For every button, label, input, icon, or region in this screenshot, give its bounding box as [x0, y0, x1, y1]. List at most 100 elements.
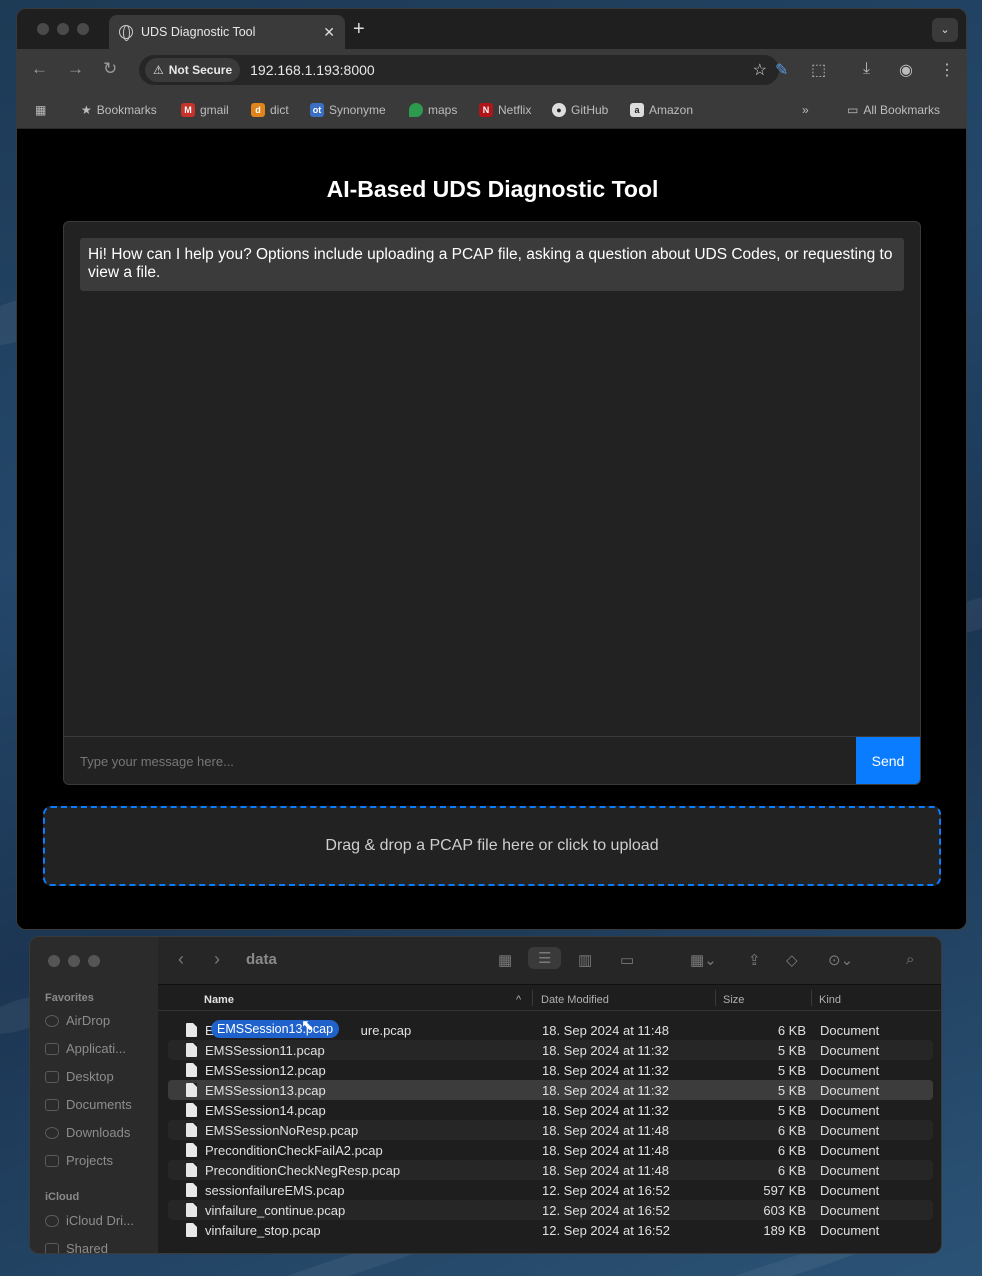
chat-panel: Hi! How can I help you? Options include …: [63, 221, 921, 785]
netflix-icon: N: [479, 103, 493, 117]
dict-icon: d: [251, 103, 265, 117]
bookmark-item[interactable]: d dict: [251, 103, 289, 117]
tag-icon[interactable]: ◇: [786, 951, 798, 969]
more-actions-icon[interactable]: ⊙⌄: [828, 951, 853, 969]
drag-ghost-label: EMSSession13.pcap: [211, 1020, 340, 1038]
file-name-end: ure.pcap: [360, 1023, 412, 1038]
sidebar-item-desktop[interactable]: Desktop: [45, 1069, 114, 1084]
browser-menu-icon[interactable]: ⋮: [939, 60, 955, 80]
sidebar-item-documents[interactable]: Documents: [45, 1097, 132, 1112]
file-row[interactable]: sessionfailureEMS.pcap 12. Sep 2024 at 1…: [168, 1180, 933, 1200]
sidebar-item-airdrop[interactable]: AirDrop: [45, 1013, 110, 1028]
finder-forward-button[interactable]: ›: [214, 949, 220, 970]
column-name[interactable]: Name: [204, 994, 234, 1006]
tab-search-button[interactable]: ⌄: [932, 18, 958, 42]
file-size: 6 KB: [777, 1143, 806, 1158]
profile-icon[interactable]: ◉: [899, 60, 913, 80]
document-icon: [186, 1203, 197, 1217]
column-size[interactable]: Size: [723, 994, 744, 1006]
file-date: 12. Sep 2024 at 16:52: [542, 1223, 670, 1238]
extension-wrench-icon[interactable]: ✎: [775, 60, 788, 80]
file-kind: Document: [820, 1163, 880, 1178]
site-info-chip[interactable]: ⚠ Not Secure: [145, 58, 241, 82]
gallery-view-icon[interactable]: ▭: [620, 951, 634, 969]
sidebar-item-shared[interactable]: Shared: [45, 1241, 108, 1253]
browser-window: UDS Diagnostic Tool ✕ + ⌄ ← → ↻ ⚠ Not Se…: [16, 8, 967, 930]
file-row[interactable]: EMSSessionNoResp.pcap 18. Sep 2024 at 11…: [168, 1120, 933, 1140]
list-view-icon[interactable]: ☰: [528, 947, 562, 969]
message-input[interactable]: [64, 737, 856, 784]
bookmark-item[interactable]: maps: [409, 103, 457, 117]
bookmark-item[interactable]: N Netflix: [479, 103, 531, 117]
bookmark-item[interactable]: a Amazon: [630, 103, 693, 117]
document-icon: [186, 1083, 197, 1097]
sidebar-item-applications[interactable]: Applicati...: [45, 1041, 126, 1056]
all-bookmarks-folder[interactable]: ▭ All Bookmarks: [847, 103, 940, 117]
file-row[interactable]: vinfailure_continue.pcap 12. Sep 2024 at…: [168, 1200, 933, 1220]
file-row[interactable]: EMSSession11.pcap 18. Sep 2024 at 11:32 …: [168, 1040, 933, 1060]
document-icon: [186, 1043, 197, 1057]
reload-button[interactable]: ↻: [103, 59, 117, 79]
file-row[interactable]: PreconditionCheckFailA2.pcap 18. Sep 202…: [168, 1140, 933, 1160]
file-row[interactable]: Eure.pcap 18. Sep 2024 at 11:48 6 KB Doc…: [168, 1017, 933, 1040]
bookmark-item[interactable]: ● GitHub: [552, 103, 608, 117]
extensions-puzzle-icon[interactable]: ⬚: [811, 60, 826, 80]
bookmark-item[interactable]: M gmail: [181, 103, 229, 117]
url-text[interactable]: 192.168.1.193:8000: [250, 62, 753, 78]
close-window-button[interactable]: [37, 23, 49, 35]
back-button[interactable]: ←: [31, 59, 48, 79]
bookmark-star-icon[interactable]: ☆: [753, 60, 767, 80]
more-bookmarks-icon[interactable]: »: [802, 103, 809, 117]
folder-icon: ▭: [847, 103, 859, 117]
zoom-window-button[interactable]: [77, 23, 89, 35]
minimize-window-button[interactable]: [68, 955, 80, 967]
sidebar-item-label: Projects: [66, 1153, 113, 1168]
file-kind: Document: [820, 1183, 880, 1198]
group-by-icon[interactable]: ▦⌄: [690, 951, 717, 969]
sort-ascending-icon[interactable]: ^: [516, 994, 521, 1006]
file-size: 6 KB: [777, 1023, 806, 1038]
bookmark-label: gmail: [200, 103, 229, 117]
minimize-window-button[interactable]: [57, 23, 69, 35]
tab-uds-diagnostic-tool[interactable]: UDS Diagnostic Tool ✕: [109, 15, 345, 49]
column-view-icon[interactable]: ▥: [578, 951, 592, 969]
close-window-button[interactable]: [48, 955, 60, 967]
bookmark-item[interactable]: ot Synonyme: [310, 103, 386, 117]
address-bar[interactable]: ⚠ Not Secure 192.168.1.193:8000 ☆: [139, 55, 779, 85]
finder-toolbar: ‹ › data ▦ ☰ ▥ ▭ ▦⌄ ⇪ ◇ ⊙⌄ ⌕: [158, 937, 941, 985]
column-date[interactable]: Date Modified: [541, 994, 609, 1006]
tab-close-button[interactable]: ✕: [323, 24, 335, 41]
file-name: EMSSession12.pcap: [205, 1063, 326, 1078]
sidebar-item-icloud-drive[interactable]: iCloud Dri...: [45, 1213, 134, 1228]
share-icon[interactable]: ⇪: [748, 951, 761, 969]
file-row-selected[interactable]: EMSSession13.pcap 18. Sep 2024 at 11:32 …: [168, 1080, 933, 1100]
icon-view-icon[interactable]: ▦: [498, 951, 512, 969]
sidebar-item-projects[interactable]: Projects: [45, 1153, 113, 1168]
tab-bar: UDS Diagnostic Tool ✕ + ⌄: [17, 9, 966, 49]
file-list: Eure.pcap 18. Sep 2024 at 11:48 6 KB Doc…: [168, 1017, 933, 1240]
finder-back-button[interactable]: ‹: [178, 949, 184, 970]
new-tab-button[interactable]: +: [353, 18, 365, 41]
mouse-cursor-icon: ⬉: [301, 1017, 314, 1034]
file-row[interactable]: EMSSession12.pcap 18. Sep 2024 at 11:32 …: [168, 1060, 933, 1080]
file-row[interactable]: PreconditionCheckNegResp.pcap 18. Sep 20…: [168, 1160, 933, 1180]
bookmark-item[interactable]: ★ Bookmarks: [81, 103, 157, 117]
zoom-window-button[interactable]: [88, 955, 100, 967]
gmail-icon: M: [181, 103, 195, 117]
file-row[interactable]: EMSSession14.pcap 18. Sep 2024 at 11:32 …: [168, 1100, 933, 1120]
search-icon[interactable]: ⌕: [906, 951, 914, 968]
finder-window-controls: [48, 955, 100, 967]
file-date: 12. Sep 2024 at 16:52: [542, 1203, 670, 1218]
download-icon[interactable]: ⤓: [863, 60, 870, 78]
forward-button[interactable]: →: [67, 59, 84, 79]
tab-title: UDS Diagnostic Tool: [141, 25, 256, 39]
send-button[interactable]: Send: [856, 737, 920, 784]
icloud-heading: iCloud: [45, 1191, 80, 1203]
column-kind[interactable]: Kind: [819, 994, 841, 1006]
pcap-dropzone[interactable]: Drag & drop a PCAP file here or click to…: [43, 806, 941, 886]
apps-grid-icon[interactable]: ▦: [35, 103, 46, 117]
file-row[interactable]: vinfailure_stop.pcap 12. Sep 2024 at 16:…: [168, 1220, 933, 1240]
all-bookmarks-label: All Bookmarks: [863, 103, 941, 117]
file-kind: Document: [820, 1043, 880, 1058]
sidebar-item-downloads[interactable]: Downloads: [45, 1125, 130, 1140]
